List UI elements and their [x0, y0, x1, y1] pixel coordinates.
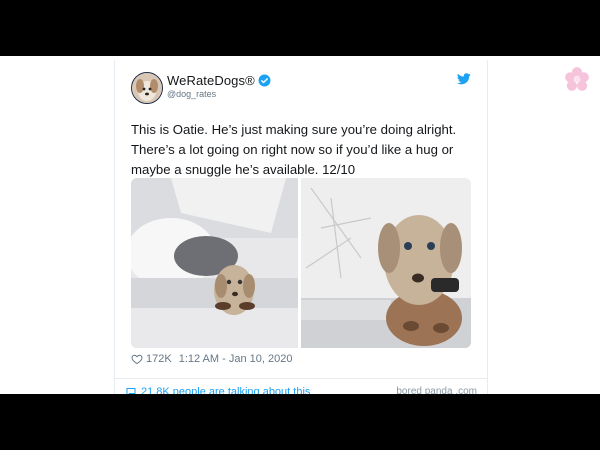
- display-name-text: WeRateDogs®: [167, 73, 255, 88]
- divider: [115, 378, 487, 379]
- brand-logo-icon: [565, 67, 589, 91]
- dog-photo-right[interactable]: [301, 178, 471, 348]
- avatar[interactable]: [131, 72, 163, 104]
- timestamp[interactable]: 1:12 AM - Jan 10, 2020: [179, 353, 293, 365]
- dog-photo-left[interactable]: [131, 178, 298, 348]
- conversation-link[interactable]: 21.8K people are talking about this: [125, 386, 310, 394]
- tweet-media[interactable]: [131, 178, 471, 348]
- tweet-card: WeRateDogs® @dog_rates This is Oatie. He…: [114, 60, 488, 394]
- people-talking-text: 21.8K people are talking about this: [141, 386, 311, 394]
- source-watermark-text: bored panda .com: [396, 386, 477, 394]
- letterbox-bottom: [0, 394, 600, 450]
- verified-badge-icon: [258, 74, 271, 87]
- tweet-meta: 172K 1:12 AM - Jan 10, 2020: [131, 353, 292, 365]
- twitter-bird-icon[interactable]: [457, 73, 471, 85]
- tweet-text: This is Oatie. He’s just making sure you…: [131, 122, 457, 177]
- like-count[interactable]: 172K: [146, 353, 172, 365]
- handle[interactable]: @dog_rates: [167, 89, 216, 99]
- speech-bubble-icon: [126, 388, 136, 394]
- heart-icon[interactable]: [131, 353, 143, 365]
- letterbox-top: [0, 0, 600, 56]
- display-name[interactable]: WeRateDogs®: [167, 73, 271, 88]
